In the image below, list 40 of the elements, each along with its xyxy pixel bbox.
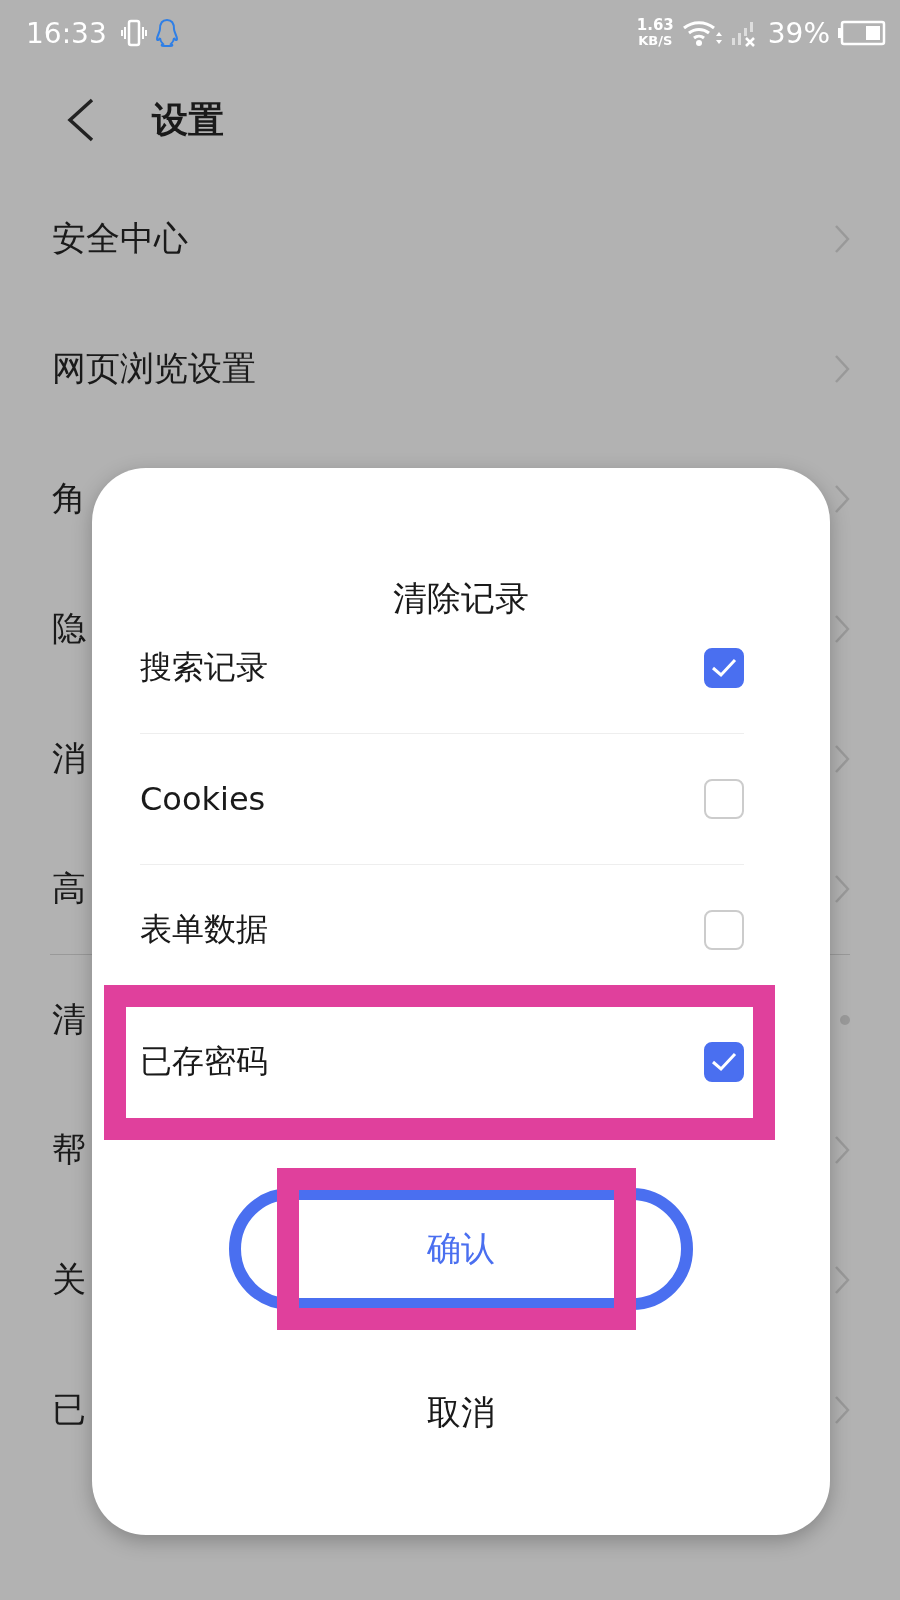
page-title: 设置 [152, 97, 224, 142]
settings-item[interactable]: 帮 [52, 1127, 86, 1173]
settings-item[interactable]: 已 [52, 1387, 86, 1433]
battery-icon [838, 20, 886, 46]
chevron-icon [834, 1395, 850, 1425]
wifi-icon [681, 18, 722, 48]
checkbox[interactable] [704, 1041, 744, 1082]
settings-item[interactable]: 高 [52, 866, 86, 912]
chevron-icon [834, 744, 850, 774]
status-time: 16:33 [26, 16, 107, 50]
option-item[interactable]: Cookies [140, 734, 744, 865]
chevron-icon [834, 614, 850, 644]
chevron-icon [834, 354, 850, 384]
option-item[interactable]: 已存密码 [140, 996, 744, 1127]
chevron-icon [834, 224, 850, 254]
speed-unit: KB/S [638, 33, 673, 48]
checkbox[interactable] [704, 648, 744, 688]
chevron-icon [834, 1265, 850, 1295]
settings-item[interactable]: 安全中心 [52, 216, 188, 262]
checkbox[interactable] [704, 910, 744, 950]
network-speed: 1.63 [636, 18, 674, 33]
checkbox[interactable] [704, 779, 744, 819]
penguin-icon [154, 18, 179, 48]
check-icon [711, 1051, 737, 1072]
settings-item[interactable]: 消 [52, 736, 86, 782]
settings-item[interactable]: 清 [52, 997, 86, 1043]
check-icon [711, 658, 737, 678]
back-icon[interactable] [66, 98, 96, 142]
settings-item[interactable]: 关 [52, 1257, 86, 1303]
chevron-icon [834, 874, 850, 904]
vibrate-icon [120, 18, 147, 48]
chevron-icon [834, 1135, 850, 1165]
settings-item[interactable]: 网页浏览设置 [52, 346, 256, 392]
chevron-icon [834, 484, 850, 514]
battery-percent: 39% [767, 16, 830, 50]
cancel-button[interactable]: 取消 [407, 1380, 515, 1446]
settings-item[interactable]: 隐 [52, 606, 86, 652]
settings-item[interactable]: 角 [52, 476, 86, 522]
option-item[interactable]: 表单数据 [140, 865, 744, 996]
dot-icon [840, 1015, 850, 1025]
